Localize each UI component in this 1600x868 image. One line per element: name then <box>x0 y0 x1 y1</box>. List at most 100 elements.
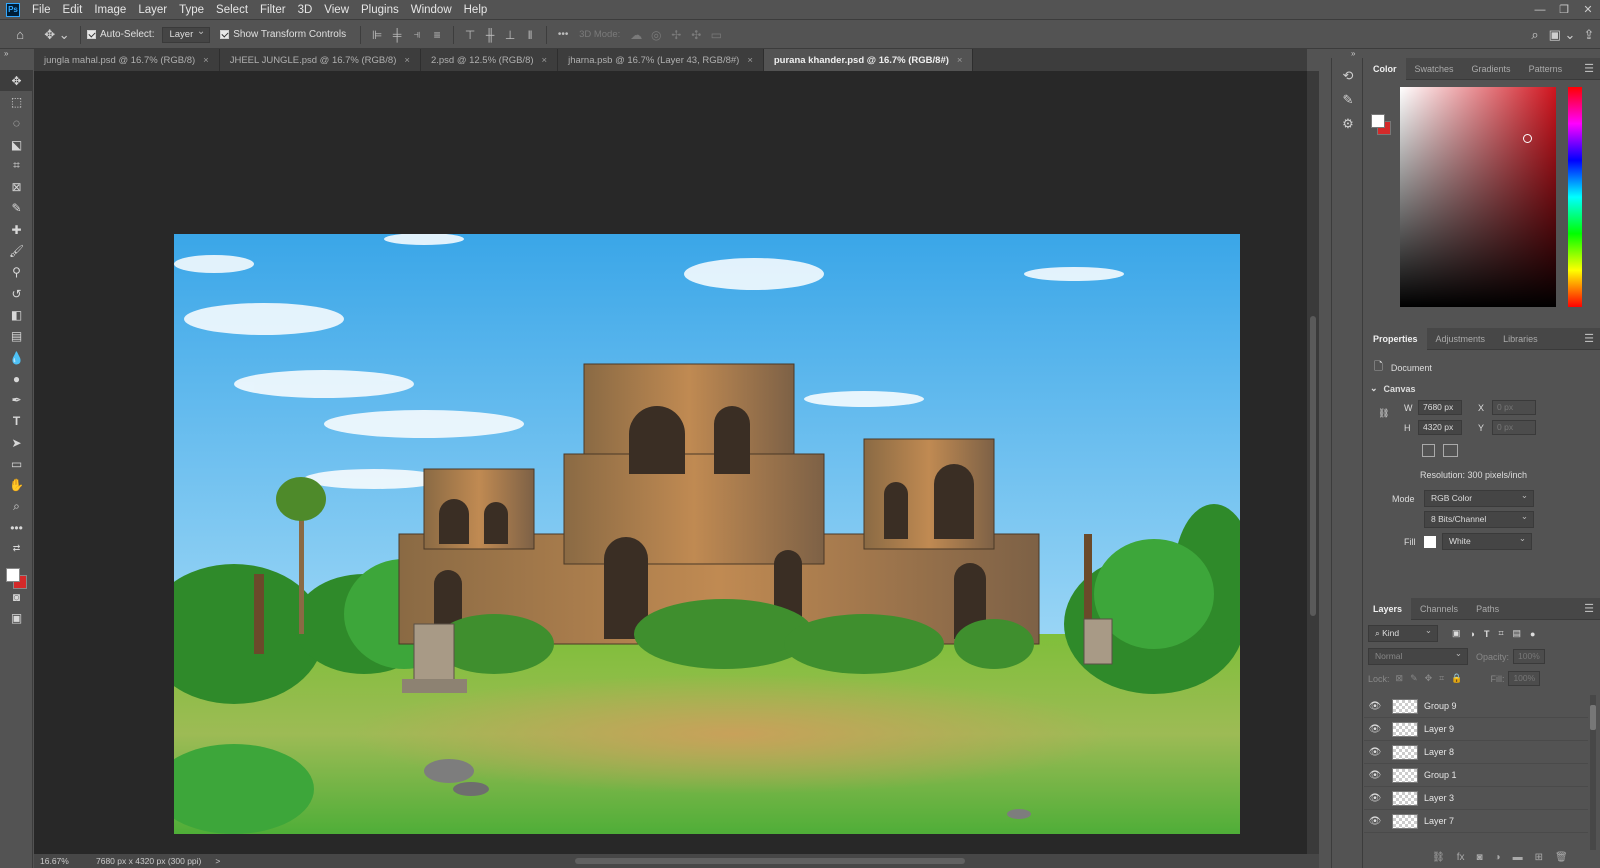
marquee-tool-icon[interactable]: ⬚ <box>0 91 33 112</box>
foreground-color-chip[interactable] <box>1371 114 1385 128</box>
more-options-icon[interactable]: ••• <box>553 25 573 45</box>
align-middle-icon[interactable]: ╫ <box>480 25 500 45</box>
filter-kind-dropdown[interactable]: ⌕ Kind <box>1368 623 1438 642</box>
tool-presets-icon[interactable]: ⚙ <box>1332 112 1364 136</box>
color-picker-field[interactable] <box>1400 87 1556 307</box>
close-tab-icon[interactable]: × <box>404 55 410 66</box>
object-select-tool-icon[interactable]: ⬕ <box>0 134 33 155</box>
delete-layer-icon[interactable]: 🗑 <box>1555 852 1568 863</box>
frame-tool-icon[interactable]: ⊠ <box>0 176 33 197</box>
close-tab-icon[interactable]: × <box>957 55 963 66</box>
layer-row[interactable]: 👁 Group 9 <box>1364 695 1588 718</box>
width-field[interactable]: 7680 px <box>1418 400 1462 415</box>
layers-scrollbar[interactable] <box>1590 695 1596 850</box>
tab-color[interactable]: Color <box>1364 57 1406 80</box>
menu-type[interactable]: Type <box>173 0 210 20</box>
foreground-color-swatch[interactable] <box>6 568 20 582</box>
lasso-tool-icon[interactable]: ◌ <box>0 113 33 134</box>
tab-libraries[interactable]: Libraries <box>1494 328 1547 350</box>
menu-select[interactable]: Select <box>210 0 254 20</box>
bit-depth-dropdown[interactable]: 8 Bits/Channel <box>1424 509 1534 528</box>
layer-row[interactable]: 👁 Group 1 <box>1364 764 1588 787</box>
doc-tab[interactable]: JHEEL JUNGLE.psd @ 16.7% (RGB/8) × <box>220 49 421 71</box>
move-tool-icon[interactable]: ✥ <box>0 70 33 92</box>
blur-tool-icon[interactable]: 💧 <box>0 347 33 368</box>
menu-plugins[interactable]: Plugins <box>355 0 405 20</box>
show-transform-checkbox[interactable] <box>220 30 230 39</box>
move-tool-preset-icon[interactable]: ✥ ⌄ <box>40 24 74 46</box>
visibility-eye-icon[interactable]: 👁 <box>1364 747 1386 758</box>
history-panel-icon[interactable]: ⟲ <box>1332 64 1364 88</box>
fill-color-swatch[interactable] <box>1424 535 1436 548</box>
tab-layers[interactable]: Layers <box>1364 597 1412 620</box>
y-field[interactable]: 0 px <box>1492 420 1536 435</box>
menu-help[interactable]: Help <box>458 0 494 20</box>
scroll-thumb[interactable] <box>1310 316 1316 616</box>
landscape-icon[interactable] <box>1443 444 1458 457</box>
doc-tab[interactable]: jungla mahal.psd @ 16.7% (RGB/8) × <box>34 49 220 71</box>
screen-mode-icon[interactable]: ▣ <box>0 608 33 629</box>
height-field[interactable]: 4320 px <box>1418 420 1462 435</box>
filter-toggle-icon[interactable]: ● <box>1530 629 1535 639</box>
menu-filter[interactable]: Filter <box>254 0 292 20</box>
tab-patterns[interactable]: Patterns <box>1520 58 1572 80</box>
align-top-icon[interactable]: ⊤ <box>460 25 480 45</box>
panel-collapse-icon[interactable]: » <box>1351 49 1355 58</box>
home-icon[interactable]: ⌂ <box>0 24 40 46</box>
zoom-tool-icon[interactable]: ⌕ <box>0 496 33 517</box>
tab-swatches[interactable]: Swatches <box>1406 58 1463 80</box>
document-canvas[interactable] <box>174 234 1240 834</box>
zoom-level[interactable]: 16.67% <box>40 856 92 866</box>
align-left-icon[interactable]: ⊫ <box>367 25 387 45</box>
add-mask-icon[interactable]: ◙ <box>1476 852 1482 863</box>
close-tab-icon[interactable]: × <box>203 55 209 66</box>
restore-button[interactable]: ❐ <box>1552 0 1576 20</box>
doc-tab-active[interactable]: purana khander.psd @ 16.7% (RGB/8#) × <box>763 49 974 71</box>
tab-channels[interactable]: Channels <box>1411 598 1467 620</box>
filter-shape-icon[interactable]: ⌗ <box>1498 628 1503 639</box>
edit-toolbar-icon[interactable]: ••• <box>0 517 33 538</box>
rectangle-tool-icon[interactable]: ▭ <box>0 453 33 474</box>
align-right-icon[interactable]: ⫣ <box>407 25 427 45</box>
menu-window[interactable]: Window <box>405 0 458 20</box>
hand-tool-icon[interactable]: ✋ <box>0 475 33 496</box>
visibility-eye-icon[interactable]: 👁 <box>1364 724 1386 735</box>
doc-tab[interactable]: 2.psd @ 12.5% (RGB/8) × <box>421 49 559 71</box>
align-center-h-icon[interactable]: ╪ <box>387 25 407 45</box>
visibility-eye-icon[interactable]: 👁 <box>1364 816 1386 827</box>
tab-adjustments[interactable]: Adjustments <box>1427 328 1495 350</box>
panel-menu-icon[interactable]: ☰ <box>1584 62 1594 75</box>
visibility-eye-icon[interactable]: 👁 <box>1364 701 1386 712</box>
new-layer-icon[interactable]: ⊞ <box>1535 852 1543 863</box>
filter-type-icon[interactable]: T <box>1484 629 1490 639</box>
portrait-icon[interactable] <box>1422 444 1435 457</box>
close-tab-icon[interactable]: × <box>747 55 753 66</box>
eyedropper-tool-icon[interactable]: ✎ <box>0 198 33 219</box>
panel-menu-icon[interactable]: ☰ <box>1584 602 1594 615</box>
quick-mask-icon[interactable]: ◙ <box>0 587 33 608</box>
tab-gradients[interactable]: Gradients <box>1463 58 1520 80</box>
align-bottom-icon[interactable]: ⊥ <box>500 25 520 45</box>
clone-stamp-tool-icon[interactable]: ⚲ <box>0 262 33 283</box>
layer-row[interactable]: 👁 Layer 8 <box>1364 741 1588 764</box>
color-picker-ring[interactable] <box>1523 134 1532 143</box>
layer-style-icon[interactable]: fx <box>1457 852 1465 863</box>
brush-settings-icon[interactable]: ✎ <box>1332 88 1364 112</box>
menu-view[interactable]: View <box>318 0 355 20</box>
share-icon[interactable]: ⇪ <box>1578 24 1600 46</box>
menu-edit[interactable]: Edit <box>57 0 89 20</box>
brush-tool-icon[interactable]: 🖌 <box>0 240 33 261</box>
distribute-v-icon[interactable]: ≡ <box>427 25 447 45</box>
tab-properties[interactable]: Properties <box>1364 327 1427 350</box>
link-layers-icon[interactable]: ⛓ <box>1432 852 1445 863</box>
new-group-icon[interactable]: ▬ <box>1513 852 1523 863</box>
filter-adjustment-icon[interactable]: ◑ <box>1470 629 1475 639</box>
menu-3d[interactable]: 3D <box>292 0 319 20</box>
swap-colors-icon[interactable]: ⇄ <box>0 539 33 559</box>
mode-dropdown[interactable]: RGB Color <box>1424 488 1534 507</box>
filter-pixel-icon[interactable]: ▣ <box>1452 628 1461 639</box>
toolbar-collapse-icon[interactable]: » <box>4 49 8 58</box>
dodge-tool-icon[interactable]: ● <box>0 368 33 389</box>
path-select-tool-icon[interactable]: ➤ <box>0 432 33 453</box>
horizontal-scroll-thumb[interactable] <box>575 858 965 864</box>
